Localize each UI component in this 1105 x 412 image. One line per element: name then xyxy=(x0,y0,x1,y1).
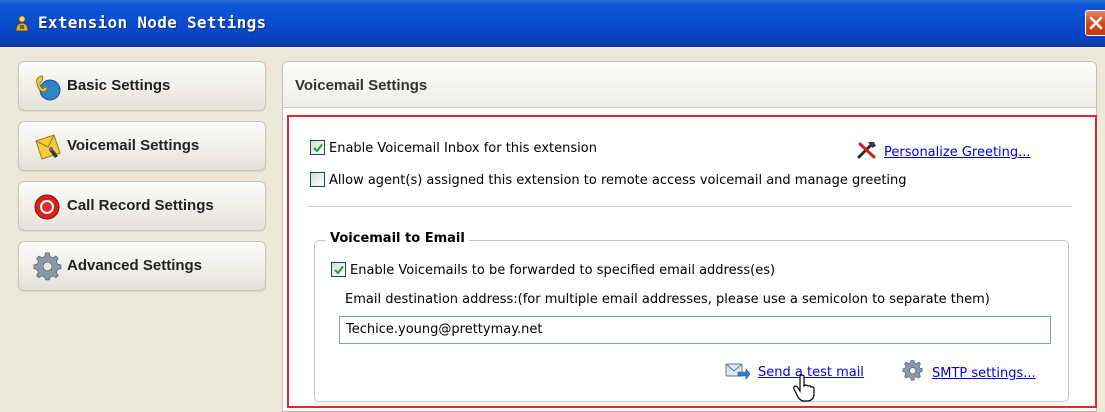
remote-access-checkbox[interactable] xyxy=(310,172,325,187)
remote-access-label: Allow agent(s) assigned this extension t… xyxy=(329,173,907,188)
gear-icon xyxy=(902,359,923,381)
sidebar-item-basic-settings[interactable]: Basic Settings xyxy=(18,61,266,111)
smtp-settings-link[interactable]: SMTP settings... xyxy=(932,366,1036,381)
section-divider xyxy=(307,206,1072,207)
forward-email-checkbox[interactable] xyxy=(331,262,346,277)
close-icon xyxy=(1089,16,1103,30)
title-bar: Extension Node Settings xyxy=(0,0,1105,47)
sidebar: Basic Settings Voicemail Settings Call R… xyxy=(18,61,266,301)
close-button[interactable] xyxy=(1085,10,1105,36)
globe-phone-icon xyxy=(33,72,63,102)
enable-inbox-label: Enable Voicemail Inbox for this extensio… xyxy=(329,141,597,156)
forward-email-label: Enable Voicemails to be forwarded to spe… xyxy=(350,263,776,278)
personalize-greeting-link[interactable]: Personalize Greeting... xyxy=(884,145,1031,160)
mail-send-icon xyxy=(725,363,751,380)
sidebar-item-call-record-settings[interactable]: Call Record Settings xyxy=(18,181,266,231)
sidebar-item-label: Basic Settings xyxy=(67,77,171,94)
sidebar-item-label: Advanced Settings xyxy=(67,257,203,274)
panel-header: Voicemail Settings xyxy=(283,62,1096,108)
panel-title: Voicemail Settings xyxy=(295,77,428,94)
smtp-settings[interactable]: SMTP settings... xyxy=(902,359,1036,382)
hand-cursor xyxy=(792,374,818,406)
app-icon xyxy=(12,13,32,33)
tools-icon xyxy=(857,142,876,159)
personalize-greeting[interactable]: Personalize Greeting... xyxy=(856,140,1031,160)
email-destination-input[interactable]: Techice.young@prettymay.net xyxy=(339,316,1051,344)
enable-inbox-checkbox[interactable] xyxy=(310,140,325,155)
record-icon xyxy=(33,192,63,222)
sidebar-item-label: Voicemail Settings xyxy=(67,137,200,154)
enable-inbox-row: Enable Voicemail Inbox for this extensio… xyxy=(310,140,597,156)
dest-label: Email destination address:(for multiple … xyxy=(345,292,990,307)
forward-row: Enable Voicemails to be forwarded to spe… xyxy=(331,262,775,278)
hand-cursor-icon xyxy=(793,374,815,402)
voicemail-icon xyxy=(33,132,63,162)
window-title: Extension Node Settings xyxy=(38,13,267,32)
sidebar-item-advanced-settings[interactable]: Advanced Settings xyxy=(18,241,266,291)
sidebar-item-voicemail-settings[interactable]: Voicemail Settings xyxy=(18,121,266,171)
gear-icon xyxy=(33,252,63,282)
group-title: Voicemail to Email xyxy=(326,231,469,246)
sidebar-item-label: Call Record Settings xyxy=(67,197,214,214)
remote-access-row: Allow agent(s) assigned this extension t… xyxy=(310,172,907,188)
